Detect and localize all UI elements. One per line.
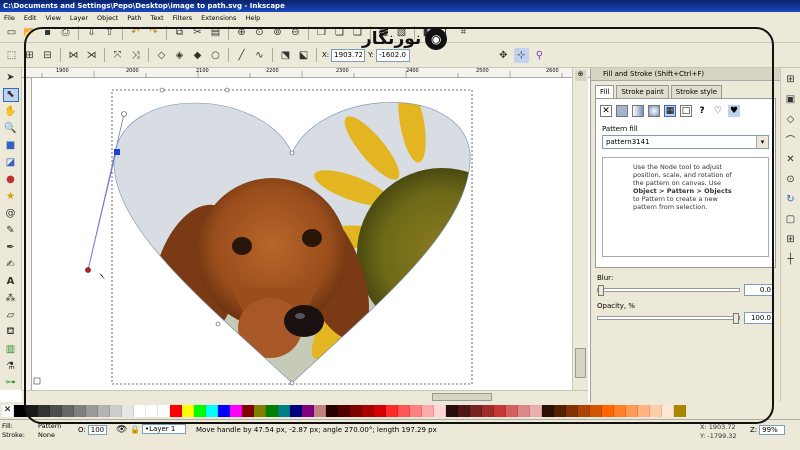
zoom-tool-icon[interactable]: 🔍 <box>3 122 19 136</box>
calligraphy-tool-icon[interactable]: ✍ <box>3 257 19 271</box>
text-tool-icon[interactable]: A <box>3 274 19 288</box>
x-readout: X: 1903.72 <box>700 423 736 431</box>
y-readout: Y: -1799.32 <box>700 432 737 440</box>
stroke-value[interactable]: None <box>38 431 61 440</box>
zoom-control: Z: 99% <box>750 425 785 435</box>
opacity-spin[interactable]: 100 <box>87 425 108 435</box>
style-indicator: Fill: Stroke: <box>2 422 25 440</box>
gradient-tool-icon[interactable]: ▥ <box>3 342 19 356</box>
no-color-swatch[interactable]: ✕ <box>2 404 14 417</box>
menu-layer[interactable]: Layer <box>70 14 88 22</box>
tweak-tool-icon[interactable]: ✋ <box>3 105 19 119</box>
spray-tool-icon[interactable]: ⁂ <box>3 291 19 305</box>
select-all-nodes-icon[interactable]: ⬚ <box>4 48 19 63</box>
snap-bbox-icon[interactable]: ▣ <box>783 92 798 107</box>
stroke-label: Stroke: <box>2 431 25 439</box>
pen-tool-icon[interactable]: ✒ <box>3 241 19 255</box>
style-values[interactable]: Pattern None <box>38 422 61 440</box>
snap-grid-icon[interactable]: ⊞ <box>783 232 798 247</box>
menu-view[interactable]: View <box>45 14 60 22</box>
snap-intersection-icon[interactable]: ✕ <box>783 152 798 167</box>
star-tool-icon[interactable]: ★ <box>3 190 19 204</box>
snap-rotation-icon[interactable]: ↻ <box>783 192 798 207</box>
fill-label: Fill: <box>2 422 13 430</box>
menu-file[interactable]: File <box>4 14 15 22</box>
pencil-tool-icon[interactable]: ✎ <box>3 224 19 238</box>
window-title: C:\Documents and Settings\Pepo\Desktop\i… <box>0 0 800 12</box>
paint-bucket-tool-icon[interactable]: ⛾ <box>3 325 19 339</box>
cursor-coordinates: X: 1903.72 Y: -1799.32 <box>700 423 737 441</box>
layer-name: •Layer 1 <box>145 425 176 433</box>
menu-help[interactable]: Help <box>245 14 260 22</box>
selector-tool-icon[interactable]: ➤ <box>3 71 19 85</box>
menu-bar: File Edit View Layer Object Path Text Fi… <box>0 12 800 23</box>
ellipse-tool-icon[interactable]: ● <box>3 173 19 187</box>
opacity-short-label: O: <box>78 426 86 434</box>
lock-icon[interactable]: 🔒 <box>130 425 140 434</box>
menu-path[interactable]: Path <box>127 14 141 22</box>
spiral-tool-icon[interactable]: @ <box>3 207 19 221</box>
eraser-tool-icon[interactable]: ▱ <box>3 308 19 322</box>
rectangle-tool-icon[interactable]: ■ <box>3 139 19 153</box>
snap-toggle-icon[interactable]: ⊞ <box>783 72 798 87</box>
new-document-icon[interactable]: ▭ <box>4 25 19 40</box>
snap-path-icon[interactable]: ⌒ <box>783 132 798 147</box>
opacity-control: O: 100 <box>78 425 108 435</box>
eye-icon[interactable]: 👁 <box>116 425 127 435</box>
status-message: Move handle by 47.54 px, -2.87 px; angle… <box>196 426 437 434</box>
menu-extensions[interactable]: Extensions <box>201 14 236 22</box>
snap-controls-bar: ⊞ ▣ ◇ ⌒ ✕ ⊙ ↻ ▢ ⊞ ┼ <box>780 68 800 402</box>
dropper-tool-icon[interactable]: ⚗ <box>3 359 19 373</box>
toolbox: ➤ ⬉ ✋ 🔍 ■ ◪ ● ★ @ ✎ ✒ ✍ A ⁂ ▱ ⛾ ▥ ⚗ ⊶ <box>0 68 22 390</box>
menu-text[interactable]: Text <box>151 14 164 22</box>
snap-guide-icon[interactable]: ┼ <box>783 252 798 267</box>
snap-page-icon[interactable]: ▢ <box>783 212 798 227</box>
zoom-input[interactable]: 99% <box>759 425 785 435</box>
node-tool-icon[interactable]: ⬉ <box>2 87 19 103</box>
snap-center-icon[interactable]: ⊙ <box>783 172 798 187</box>
layer-select[interactable]: •Layer 1 <box>142 424 187 434</box>
rounded-overlay-frame <box>24 27 774 424</box>
menu-edit[interactable]: Edit <box>24 14 37 22</box>
connector-tool-icon[interactable]: ⊶ <box>3 376 19 390</box>
snap-nodes-icon[interactable]: ◇ <box>783 112 798 127</box>
3d-box-tool-icon[interactable]: ◪ <box>3 156 19 170</box>
zoom-label: Z: <box>750 426 758 434</box>
menu-filters[interactable]: Filters <box>173 14 192 22</box>
menu-object[interactable]: Object <box>97 14 118 22</box>
